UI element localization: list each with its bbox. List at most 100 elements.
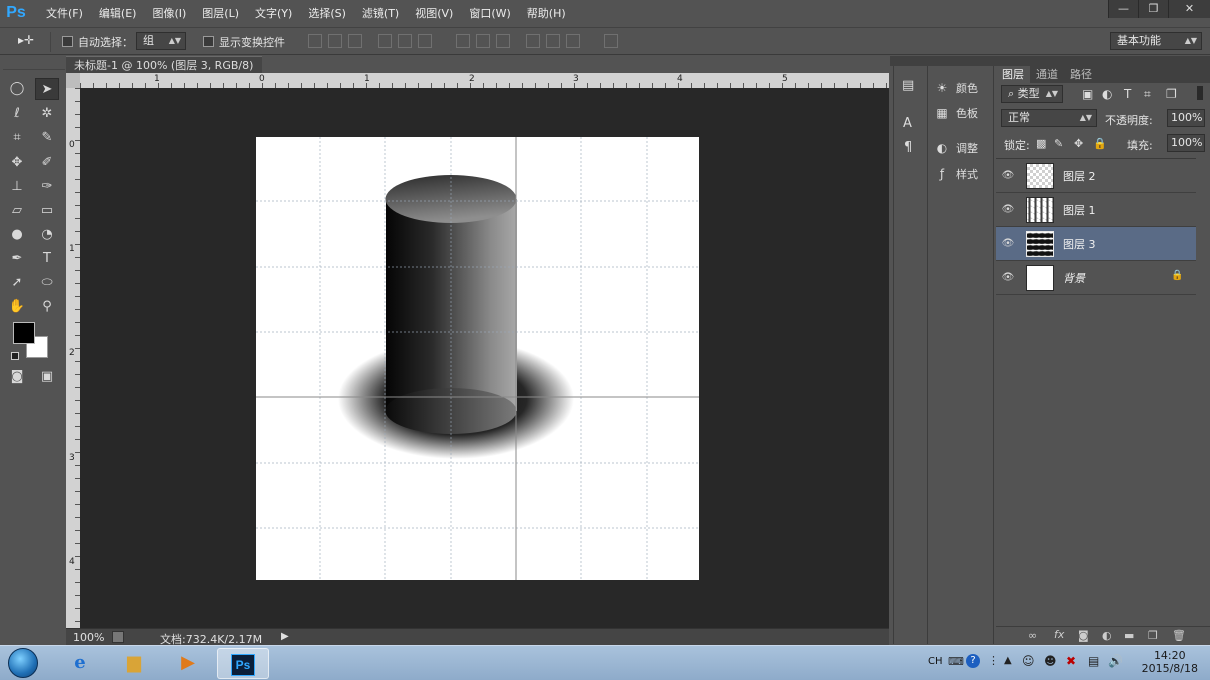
brush-tool-icon[interactable]: ✐: [35, 152, 59, 174]
tab-paths[interactable]: 路径: [1064, 66, 1098, 83]
menu-window[interactable]: 窗口(W): [461, 5, 518, 21]
distribute-hcenter-icon[interactable]: [546, 34, 560, 48]
language-indicator[interactable]: CH: [928, 656, 943, 667]
lock-pixels-icon[interactable]: ✎: [1054, 137, 1063, 150]
delete-layer-icon[interactable]: 🗑: [1172, 629, 1186, 642]
menu-file[interactable]: 文件(F): [38, 5, 91, 21]
align-top-icon[interactable]: [308, 34, 322, 48]
tab-layers[interactable]: 图层: [996, 66, 1030, 83]
lock-transparency-icon[interactable]: ▩: [1036, 137, 1046, 150]
opacity-input[interactable]: 100%: [1167, 109, 1205, 127]
menu-image[interactable]: 图像(I): [144, 5, 194, 21]
lock-position-icon[interactable]: ✥: [1074, 137, 1083, 150]
align-left-icon[interactable]: [378, 34, 392, 48]
blur-tool-icon[interactable]: ●: [5, 224, 29, 246]
align-hcenter-icon[interactable]: [398, 34, 412, 48]
vertical-ruler[interactable]: 0 1 2 3 4: [66, 88, 80, 628]
show-transform-checkbox[interactable]: [203, 36, 214, 47]
lock-all-icon[interactable]: 🔒: [1093, 137, 1107, 150]
restore-button[interactable]: ❐: [1138, 0, 1168, 18]
user-icon[interactable]: ☺: [1022, 654, 1035, 668]
healing-brush-tool-icon[interactable]: ✥: [5, 152, 29, 174]
history-brush-tool-icon[interactable]: ✑: [35, 176, 59, 198]
foreground-color-swatch[interactable]: [13, 322, 35, 344]
menu-filter[interactable]: 滤镜(T): [354, 5, 407, 21]
tab-channels[interactable]: 通道: [1030, 66, 1064, 83]
visibility-eye-icon[interactable]: 👁: [996, 204, 1020, 215]
horizontal-ruler[interactable]: 1 0 1 2 3 4 5: [80, 73, 889, 88]
layer-row-selected[interactable]: 👁 图层 3: [996, 227, 1196, 261]
layer-filter-dropdown[interactable]: ⌕ 类型 ▲▼: [1001, 85, 1063, 103]
filter-smart-object-icon[interactable]: ❐: [1166, 87, 1177, 101]
dodge-tool-icon[interactable]: ◔: [35, 224, 59, 246]
layer-style-icon[interactable]: fx: [1054, 628, 1064, 641]
swatches-panel-button[interactable]: ▦ 色板: [934, 103, 978, 123]
status-menu-arrow[interactable]: ▶: [281, 631, 289, 642]
menu-help[interactable]: 帮助(H): [519, 5, 574, 21]
media-player-icon[interactable]: ▶: [162, 648, 214, 679]
magic-wand-tool-icon[interactable]: ✲: [35, 103, 59, 125]
history-panel-icon[interactable]: ▤: [902, 78, 914, 93]
hand-tool-icon[interactable]: ✋: [5, 296, 29, 318]
move-tool-preset[interactable]: ▸✛: [18, 33, 34, 47]
adjustments-panel-button[interactable]: ◐ 调整: [934, 138, 978, 158]
menu-select[interactable]: 选择(S): [300, 5, 354, 21]
new-layer-icon[interactable]: ❐: [1148, 629, 1158, 642]
export-icon[interactable]: [112, 631, 124, 643]
visibility-eye-icon[interactable]: 👁: [996, 272, 1020, 283]
menu-type[interactable]: 文字(Y): [247, 5, 300, 21]
add-mask-icon[interactable]: ◙: [1078, 629, 1089, 642]
tray-expand-icon[interactable]: ▲: [1004, 655, 1012, 666]
toolbar-grip[interactable]: [3, 64, 65, 70]
blend-mode-dropdown[interactable]: 正常 ▲▼: [1001, 109, 1097, 127]
auto-align-icon[interactable]: [604, 34, 618, 48]
eyedropper-tool-icon[interactable]: ✎: [35, 127, 59, 149]
gradient-tool-icon[interactable]: ▭: [35, 200, 59, 222]
fill-input[interactable]: 100%: [1167, 134, 1205, 152]
auto-select-dropdown[interactable]: 组 ▲▼: [136, 32, 186, 50]
lasso-tool-icon[interactable]: ℓ: [5, 103, 29, 125]
move-tool-icon[interactable]: ➤: [35, 78, 59, 100]
character-panel-icon[interactable]: A: [903, 116, 912, 131]
menu-edit[interactable]: 编辑(E): [91, 5, 145, 21]
network-icon[interactable]: ▤: [1088, 654, 1099, 668]
visibility-eye-icon[interactable]: 👁: [996, 170, 1020, 181]
align-vcenter-icon[interactable]: [328, 34, 342, 48]
windows-start-icon[interactable]: [8, 648, 38, 678]
menu-layer[interactable]: 图层(L): [194, 5, 247, 21]
marquee-tool-icon[interactable]: ◯: [5, 78, 29, 100]
align-right-icon[interactable]: [418, 34, 432, 48]
zoom-tool-icon[interactable]: ⚲: [35, 296, 59, 318]
workspace-dropdown[interactable]: 基本功能 ▲▼: [1110, 32, 1202, 50]
help-icon[interactable]: ?: [966, 654, 980, 668]
paragraph-panel-icon[interactable]: ¶: [904, 140, 912, 155]
screen-mode-icon[interactable]: ▣: [35, 366, 59, 388]
filter-toggle[interactable]: [1197, 86, 1203, 100]
quick-mask-icon[interactable]: ◙: [5, 366, 29, 388]
path-selection-tool-icon[interactable]: ➚: [5, 272, 29, 294]
filter-shape-icon[interactable]: ⌗: [1144, 87, 1151, 102]
distribute-vcenter-icon[interactable]: [476, 34, 490, 48]
zoom-level[interactable]: 100%: [73, 631, 104, 644]
filter-pixel-icon[interactable]: ▣: [1082, 87, 1093, 101]
color-panel-button[interactable]: ☀ 颜色: [934, 78, 978, 98]
align-bottom-icon[interactable]: [348, 34, 362, 48]
close-button[interactable]: ✕: [1168, 0, 1210, 18]
visibility-eye-icon[interactable]: 👁: [996, 238, 1020, 249]
keyboard-icon[interactable]: ⌨: [948, 655, 964, 668]
filter-type-icon[interactable]: T: [1124, 87, 1131, 101]
layer-row[interactable]: 👁 图层 2: [996, 159, 1196, 193]
distribute-bottom-icon[interactable]: [496, 34, 510, 48]
distribute-right-icon[interactable]: [566, 34, 580, 48]
file-explorer-icon[interactable]: ▆: [108, 648, 160, 679]
pen-tool-icon[interactable]: ✒: [5, 248, 29, 270]
qq-icon[interactable]: ☻: [1044, 654, 1057, 668]
minimize-button[interactable]: —: [1108, 0, 1138, 18]
tray-clock[interactable]: 14:20 2015/8/18: [1142, 649, 1198, 675]
styles-panel-button[interactable]: ƒ 样式: [934, 164, 978, 184]
link-layers-icon[interactable]: ∞: [1028, 629, 1037, 642]
volume-icon[interactable]: 🔊: [1108, 654, 1123, 668]
internet-explorer-icon[interactable]: e: [54, 648, 106, 679]
auto-select-checkbox[interactable]: [62, 36, 73, 47]
ruler-corner[interactable]: [66, 73, 80, 88]
